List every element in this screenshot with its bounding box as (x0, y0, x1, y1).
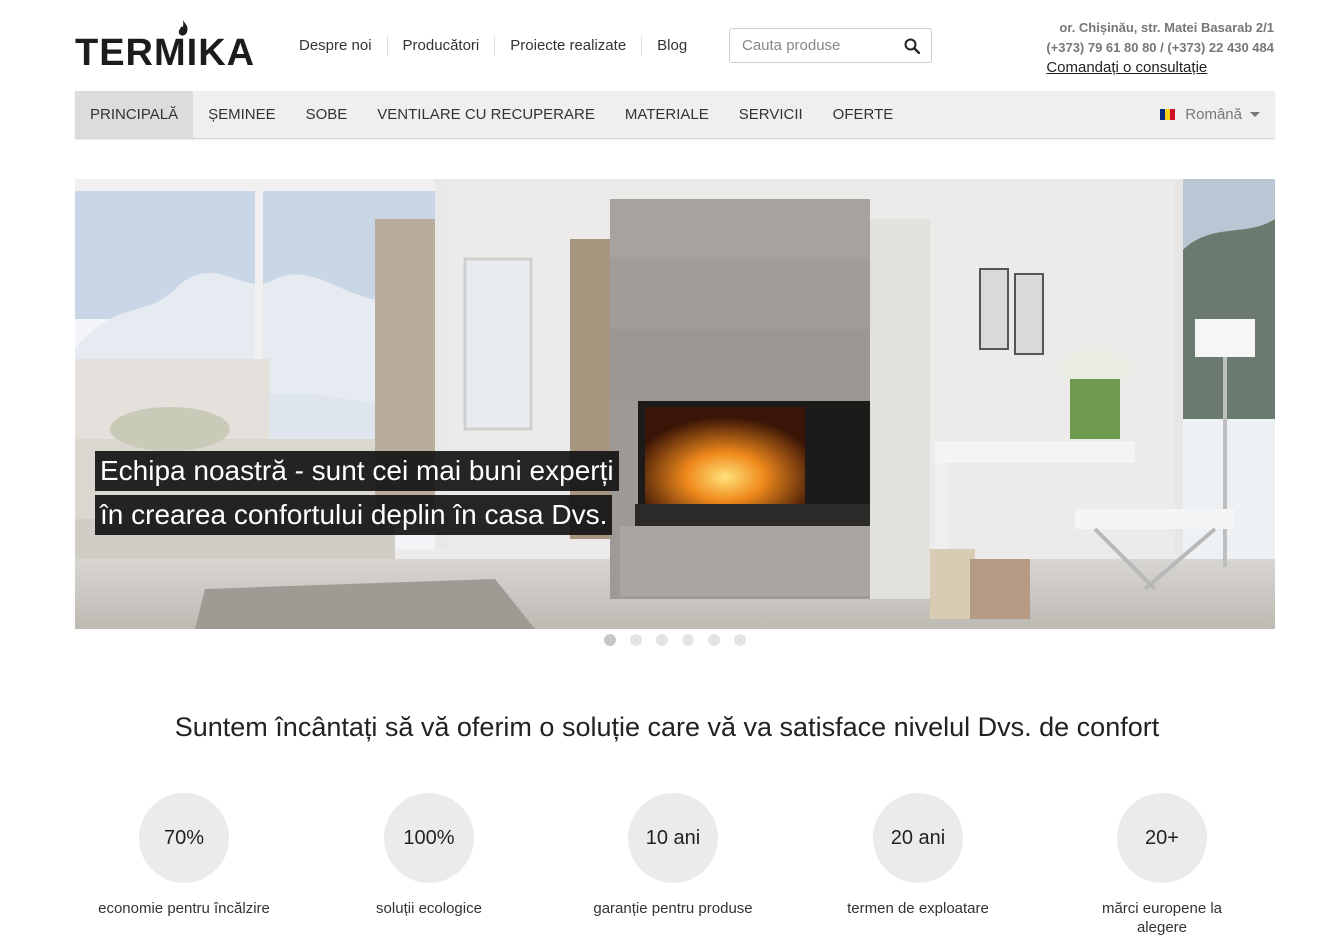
nav-item-materials[interactable]: MATERIALE (610, 91, 724, 138)
slider-dot[interactable] (656, 634, 668, 646)
search-box (729, 28, 932, 63)
slider-pagination (604, 634, 760, 646)
contact-phones: (+373) 79 61 80 80 / (+373) 22 430 484 (1046, 40, 1274, 55)
slide-caption: Echipa noastră - sunt cei mai buni exper… (95, 451, 619, 539)
stat-value: 20+ (1117, 793, 1207, 883)
brand-name: TERMIKA (75, 32, 256, 74)
nav-item-home[interactable]: PRINCIPALĂ (75, 91, 194, 138)
stat-value: 70% (139, 793, 229, 883)
topnav-about[interactable]: Despre noi (284, 36, 387, 56)
romania-flag-icon (1160, 109, 1176, 120)
stat-label: soluții ecologice (376, 900, 482, 917)
slide-caption-line-1: Echipa noastră - sunt cei mai buni exper… (95, 451, 619, 491)
stat-label: termen de exploatare (847, 900, 989, 917)
slider-dot[interactable] (734, 634, 746, 646)
stat-value: 100% (384, 793, 474, 883)
search-icon[interactable] (904, 38, 920, 54)
stat-label: mărci europene la alegere (1101, 900, 1223, 936)
consultation-link[interactable]: Comandați o consultație (1046, 58, 1274, 78)
nav-item-ventilation[interactable]: VENTILARE CU RECUPERARE (362, 91, 610, 138)
language-selector[interactable]: Română (1160, 91, 1260, 138)
nav-item-offers[interactable]: OFERTE (818, 91, 909, 138)
top-navigation: Despre noi Producători Proiecte realizat… (284, 36, 702, 56)
stat-label: garanție pentru produse (593, 900, 753, 917)
slider-dot[interactable] (708, 634, 720, 646)
main-navigation: PRINCIPALĂ ȘEMINEE SOBE VENTILARE CU REC… (75, 91, 1275, 139)
slide-caption-line-2: în crearea confortului deplin în casa Dv… (95, 495, 613, 535)
topnav-producers[interactable]: Producători (386, 36, 495, 56)
stat-value: 20 ani (873, 793, 963, 883)
stat-item: 20+ mărci europene la alegere (1062, 793, 1262, 937)
slider-dot[interactable] (630, 634, 642, 646)
search-input[interactable] (740, 36, 904, 55)
stat-value: 10 ani (628, 793, 718, 883)
hero-slider[interactable]: Echipa noastră - sunt cei mai buni exper… (75, 179, 1275, 629)
stat-item: 10 ani garanție pentru produse (573, 793, 773, 918)
stat-item: 20 ani termen de exploatare (818, 793, 1018, 918)
chevron-down-icon (1250, 112, 1260, 117)
section-heading: Suntem încântați să vă oferim o soluție … (174, 712, 1160, 742)
nav-item-stoves[interactable]: SOBE (291, 91, 363, 138)
slide-image (75, 179, 1275, 629)
contact-address: or. Chișinău, str. Matei Basarab 2/1 (1059, 20, 1274, 35)
slider-dot[interactable] (604, 634, 616, 646)
stat-item: 100% soluții ecologice (329, 793, 529, 918)
slider-dot[interactable] (682, 634, 694, 646)
nav-item-services[interactable]: SERVICII (724, 91, 818, 138)
stat-item: 70% economie pentru încălzire (84, 793, 284, 918)
contact-info: or. Chișinău, str. Matei Basarab 2/1 (+3… (1046, 18, 1274, 78)
topnav-blog[interactable]: Blog (641, 36, 702, 56)
topnav-projects[interactable]: Proiecte realizate (494, 36, 641, 56)
stat-label: economie pentru încălzire (98, 900, 270, 917)
brand-logo[interactable]: TERMIKA (75, 20, 256, 74)
language-label: Română (1185, 106, 1242, 123)
nav-item-fireplaces[interactable]: ȘEMINEE (193, 91, 291, 138)
